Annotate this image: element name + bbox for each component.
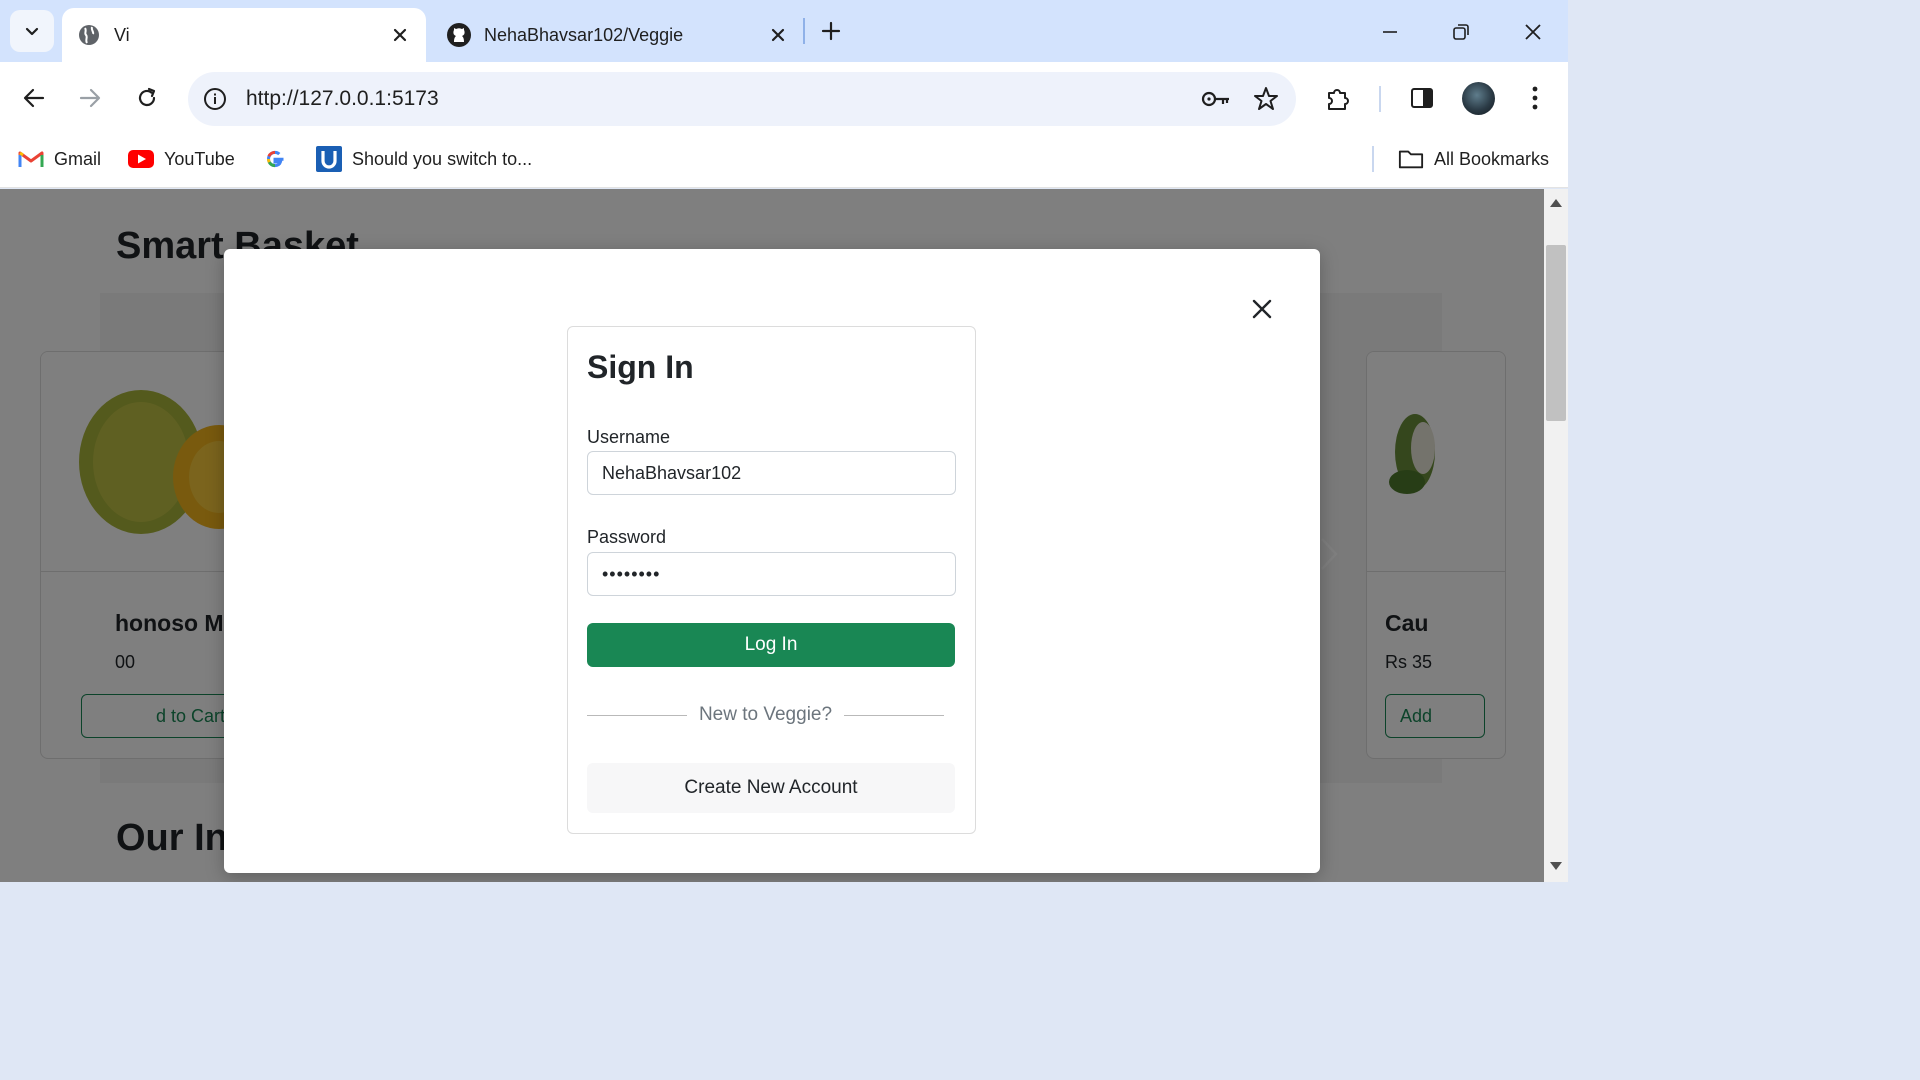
bookmarks-divider (1372, 146, 1374, 172)
bookmarks-bar: Gmail YouTube Should you switch to... Al… (0, 134, 1568, 188)
password-label: Password (587, 527, 667, 547)
divider: New to Veggie? (587, 703, 944, 727)
username-field[interactable] (587, 451, 956, 495)
bookmark-should-you-switch[interactable]: Should you switch to... (316, 144, 532, 174)
bookmark-label: Gmail (54, 148, 102, 169)
minimize-icon (1383, 31, 1397, 33)
kebab-menu-icon (1532, 86, 1538, 110)
reload-button[interactable] (127, 78, 167, 118)
create-account-button[interactable]: Create New Account (587, 763, 955, 813)
restore-icon (1453, 24, 1469, 40)
tab-separator (803, 18, 805, 44)
bookmark-star-icon[interactable] (1246, 79, 1286, 119)
tab-active[interactable]: Vi (62, 8, 426, 62)
bookmark-label: YouTube (164, 148, 235, 169)
close-window-button[interactable] (1513, 12, 1553, 52)
bookmark-label: Should you switch to... (352, 148, 533, 169)
close-icon (1252, 299, 1272, 319)
toolbar-divider (1379, 86, 1381, 112)
youtube-icon (128, 146, 154, 172)
username-label: Username (587, 427, 671, 447)
page-viewport: Smart Basket honoso Ma 00 d to Cart (0, 189, 1544, 882)
scroll-down-button[interactable] (1544, 858, 1568, 874)
new-tab-button[interactable] (814, 14, 848, 48)
reload-icon (138, 87, 156, 107)
browser-toolbar: http://127.0.0.1:5173 (0, 62, 1568, 134)
restore-button[interactable] (1441, 12, 1481, 52)
signin-title: Sign In (587, 349, 694, 385)
close-icon (1525, 24, 1541, 40)
tab-close-icon[interactable] (766, 23, 790, 47)
password-field[interactable] (587, 552, 956, 596)
profile-avatar[interactable] (1462, 82, 1495, 115)
signin-modal: Sign In Username Password Log In New to … (224, 249, 1320, 873)
triangle-down-icon (1550, 862, 1562, 870)
plus-icon (821, 21, 841, 41)
side-panel-button[interactable] (1402, 78, 1442, 118)
divider-line (587, 714, 687, 716)
u-icon (316, 146, 342, 172)
password-key-icon[interactable] (1196, 79, 1236, 119)
forward-button[interactable] (70, 78, 110, 118)
tab-title: Vi (114, 24, 130, 45)
all-bookmarks-button[interactable]: All Bookmarks (1398, 144, 1549, 174)
back-button[interactable] (14, 78, 54, 118)
bookmark-youtube[interactable]: YouTube (128, 144, 235, 174)
google-icon (262, 146, 288, 172)
side-panel-icon (1411, 88, 1433, 108)
bookmark-google[interactable] (262, 144, 298, 174)
url-text[interactable]: http://127.0.0.1:5173 (246, 87, 1196, 111)
tab-search-button[interactable] (10, 10, 54, 52)
scroll-thumb[interactable] (1546, 245, 1566, 421)
scroll-up-button[interactable] (1544, 195, 1568, 211)
puzzle-icon (1328, 89, 1349, 110)
login-button[interactable]: Log In (587, 623, 955, 667)
tab-title: NehaBhavsar102/Veggie (484, 24, 684, 45)
modal-close-button[interactable] (1246, 293, 1278, 325)
triangle-up-icon (1550, 199, 1562, 207)
forward-arrow-icon (79, 88, 101, 108)
menu-button[interactable] (1515, 78, 1555, 118)
chevron-down-icon (25, 27, 39, 36)
folder-icon (1398, 146, 1424, 172)
gmail-icon (18, 146, 44, 172)
address-bar[interactable]: http://127.0.0.1:5173 (188, 72, 1296, 126)
tab-close-icon[interactable] (388, 23, 412, 47)
divider-text: New to Veggie? (698, 704, 833, 725)
site-info-icon[interactable] (202, 86, 228, 112)
globe-icon (76, 22, 102, 48)
back-arrow-icon (23, 88, 45, 108)
extensions-button[interactable] (1318, 78, 1358, 118)
tab-github[interactable]: NehaBhavsar102/Veggie (432, 8, 804, 62)
divider-line (844, 714, 944, 716)
bookmark-gmail[interactable]: Gmail (18, 144, 101, 174)
tab-strip: Vi NehaBhavsar102/Veggie (0, 0, 1568, 62)
github-icon (446, 22, 472, 48)
signin-card: Sign In Username Password Log In New to … (567, 326, 976, 834)
minimize-button[interactable] (1370, 12, 1410, 52)
all-bookmarks-label: All Bookmarks (1434, 148, 1550, 169)
page-scrollbar[interactable] (1544, 189, 1568, 882)
